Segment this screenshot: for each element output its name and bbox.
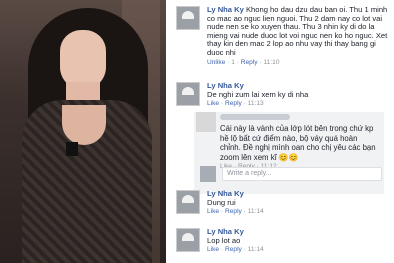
blurred-avatar [196,112,216,132]
timestamp[interactable]: 11:14 [248,246,264,253]
comment-text: Dung rui [207,197,236,207]
reply-link[interactable]: Reply [225,208,242,215]
inline-comment: Cái này là vành của lớp lót bên trong ch… [194,112,384,194]
blurred-name [220,114,290,120]
face-shape [60,30,106,90]
comment-meta: Like · Reply · 11:13 [207,100,264,108]
timestamp[interactable]: 11:10 [263,59,279,66]
comment-text: De nghi zum lai xem ky di nha [207,89,309,99]
comment-feed: Ly Nha Ky Khong ho dau dzu dau ban oi. T… [170,0,394,263]
reply-link[interactable]: Reply [225,100,242,107]
user-avatar[interactable] [176,228,200,252]
like-link[interactable]: Like [207,208,219,215]
reply-link[interactable]: Reply [225,246,242,253]
censor-block [66,142,78,156]
comment-meta: Unlike · 1 · Reply · 11:10 [207,58,280,66]
reaction-count[interactable]: 1 [231,59,235,66]
reply-link[interactable]: Reply [241,59,258,66]
reply-input[interactable]: Write a reply... [222,167,382,181]
comment-text: Lop lot ao [207,235,241,245]
comment-text: Khong ho dau dzu dau ban oi. Thu 1 minh … [207,5,388,57]
comment-meta: Like · Reply · 11:14 [207,208,264,216]
user-avatar[interactable] [176,190,200,214]
like-link[interactable]: Like [207,100,219,107]
timestamp[interactable]: 11:14 [248,208,264,215]
reply-avatar [200,166,216,182]
user-avatar[interactable] [176,82,200,106]
like-link[interactable]: Like [207,246,219,253]
timestamp[interactable]: 11:13 [248,100,264,107]
user-avatar[interactable] [176,6,200,30]
unlike-link[interactable]: Unlike [207,59,225,66]
comment-meta: Like · Reply · 11:14 [207,246,264,254]
inline-comment-text: Cái này là vành của lớp lót bên trong ch… [220,124,376,162]
celebrity-photo [0,0,166,263]
